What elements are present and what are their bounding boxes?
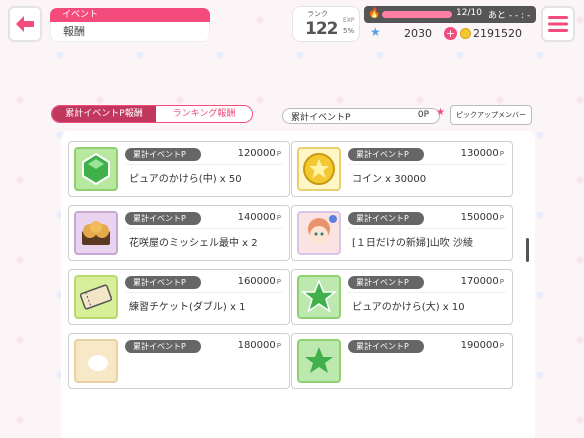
list-scrollbar[interactable] (526, 238, 529, 262)
add-star-button[interactable]: + (444, 27, 457, 40)
rank-value: 122 (305, 19, 338, 39)
divider (125, 164, 283, 165)
points-unit: P (499, 214, 504, 222)
reward-name: コイン x 30000 (352, 174, 427, 185)
star-icon: ★ (436, 107, 445, 118)
reward-pill: 累計イベントP (348, 340, 424, 353)
back-arrow-icon (16, 16, 34, 32)
reward-card: 累計イベントP 140000P 花咲屋のミッシェル最中 x 2 (68, 205, 290, 261)
reward-pill: 累計イベントP (125, 276, 201, 289)
reward-points: 150000P (461, 212, 504, 223)
page-title: 報酬 (50, 22, 210, 42)
star-icon: ★ (370, 25, 381, 39)
reward-name: ピュアのかけら(大) x 10 (352, 302, 465, 313)
points-unit: P (276, 278, 281, 286)
reward-pill: 累計イベントP (125, 340, 201, 353)
coin-icon (297, 147, 341, 191)
reward-points: 140000P (238, 212, 281, 223)
green-star-icon (297, 275, 341, 319)
green-star-icon (297, 339, 341, 383)
points-unit: P (499, 342, 504, 350)
lp-after: あと (488, 11, 507, 21)
menu-button[interactable] (541, 6, 575, 42)
item-icon (74, 339, 118, 383)
rank-label: ランク (307, 10, 328, 18)
live-points-bar (382, 11, 452, 18)
points-unit: P (276, 150, 281, 158)
fire-icon: 🔥 (368, 8, 381, 19)
page-title-box: イベント 報酬 (50, 8, 210, 42)
points-unit: P (276, 214, 281, 222)
coin-icon (460, 28, 471, 39)
reward-card: 累計イベントP 120000P ピュアのかけら(中) x 50 (68, 141, 290, 197)
points-number: 140000 (237, 212, 276, 223)
exp-percent: 5% (343, 27, 355, 35)
exp-label: EXP (343, 17, 355, 24)
reward-pill: 累計イベントP (348, 148, 424, 161)
hamburger-icon (548, 16, 568, 32)
status-box: 🔥 12/10 あと - - : - - ★ 2030 + 2191520 (364, 6, 536, 42)
reward-pill: 累計イベントP (125, 148, 201, 161)
points-number: 120000 (237, 148, 276, 159)
reward-card: 累計イベントP 160000P 練習チケット(ダブル) x 1 (68, 269, 290, 325)
tab-ranking[interactable]: ランキング報酬 (156, 106, 252, 122)
reward-pill: 累計イベントP (348, 212, 424, 225)
live-points: 12/10 (456, 8, 482, 18)
points-number: 150000 (460, 212, 499, 223)
reward-pill: 累計イベントP (348, 276, 424, 289)
points-number: 170000 (460, 276, 499, 287)
star-count: 2030 (404, 27, 432, 40)
tab-cumulative[interactable]: 累計イベントP報酬 (52, 106, 156, 122)
currency-row: ★ 2030 + 2191520 (364, 25, 536, 42)
reward-list[interactable]: 累計イベントP 120000P ピュアのかけら(中) x 50 累計イベントP … (61, 131, 535, 438)
back-button[interactable] (8, 6, 42, 42)
reward-card: 累計イベントP 170000P ピュアのかけら(大) x 10 (291, 269, 513, 325)
reward-points: 120000P (238, 148, 281, 159)
reward-points: 130000P (461, 148, 504, 159)
divider (348, 164, 506, 165)
event-points-value: 0P (417, 110, 429, 120)
member-card-icon (297, 211, 341, 255)
reward-name: 花咲屋のミッシェル最中 x 2 (129, 238, 258, 249)
reward-points: 190000P (461, 340, 504, 351)
reward-name: [１日だけの新婦]山吹 沙綾 (352, 238, 473, 249)
points-number: 130000 (460, 148, 499, 159)
divider (348, 228, 506, 229)
points-unit: P (499, 278, 504, 286)
reward-points: 160000P (238, 276, 281, 287)
pickup-members-button[interactable]: ピックアップメンバー (450, 105, 532, 125)
divider (125, 292, 283, 293)
reward-points: 180000P (238, 340, 281, 351)
reward-card: 累計イベントP 180000P (68, 333, 290, 389)
points-unit: P (276, 342, 281, 350)
reward-tabs: 累計イベントP報酬 ランキング報酬 (51, 105, 253, 123)
reward-pill: 累計イベントP (125, 212, 201, 225)
points-unit: P (499, 150, 504, 158)
reward-card: 累計イベントP 130000P コイン x 30000 (291, 141, 513, 197)
reward-name: 練習チケット(ダブル) x 1 (129, 302, 246, 313)
green-gem-icon (74, 147, 118, 191)
event-points-label: 累計イベントP (291, 113, 351, 123)
points-number: 160000 (237, 276, 276, 287)
event-points-box: 累計イベントP 0P ★ (282, 107, 445, 124)
page-category: イベント (50, 8, 210, 22)
monaka-icon (74, 211, 118, 255)
rank-box: ランク 122 EXP 5% (292, 6, 360, 42)
reward-name: ピュアのかけら(中) x 50 (129, 174, 242, 185)
divider (348, 292, 506, 293)
reward-points: 170000P (461, 276, 504, 287)
divider (125, 228, 283, 229)
coin-count: 2191520 (473, 27, 522, 40)
ticket-icon (74, 275, 118, 319)
reward-card: 累計イベントP 190000P (291, 333, 513, 389)
live-points-row: 🔥 12/10 あと - - : - - (364, 6, 536, 31)
points-number: 190000 (460, 340, 499, 351)
reward-card: 累計イベントP 150000P [１日だけの新婦]山吹 沙綾 (291, 205, 513, 261)
points-number: 180000 (237, 340, 276, 351)
